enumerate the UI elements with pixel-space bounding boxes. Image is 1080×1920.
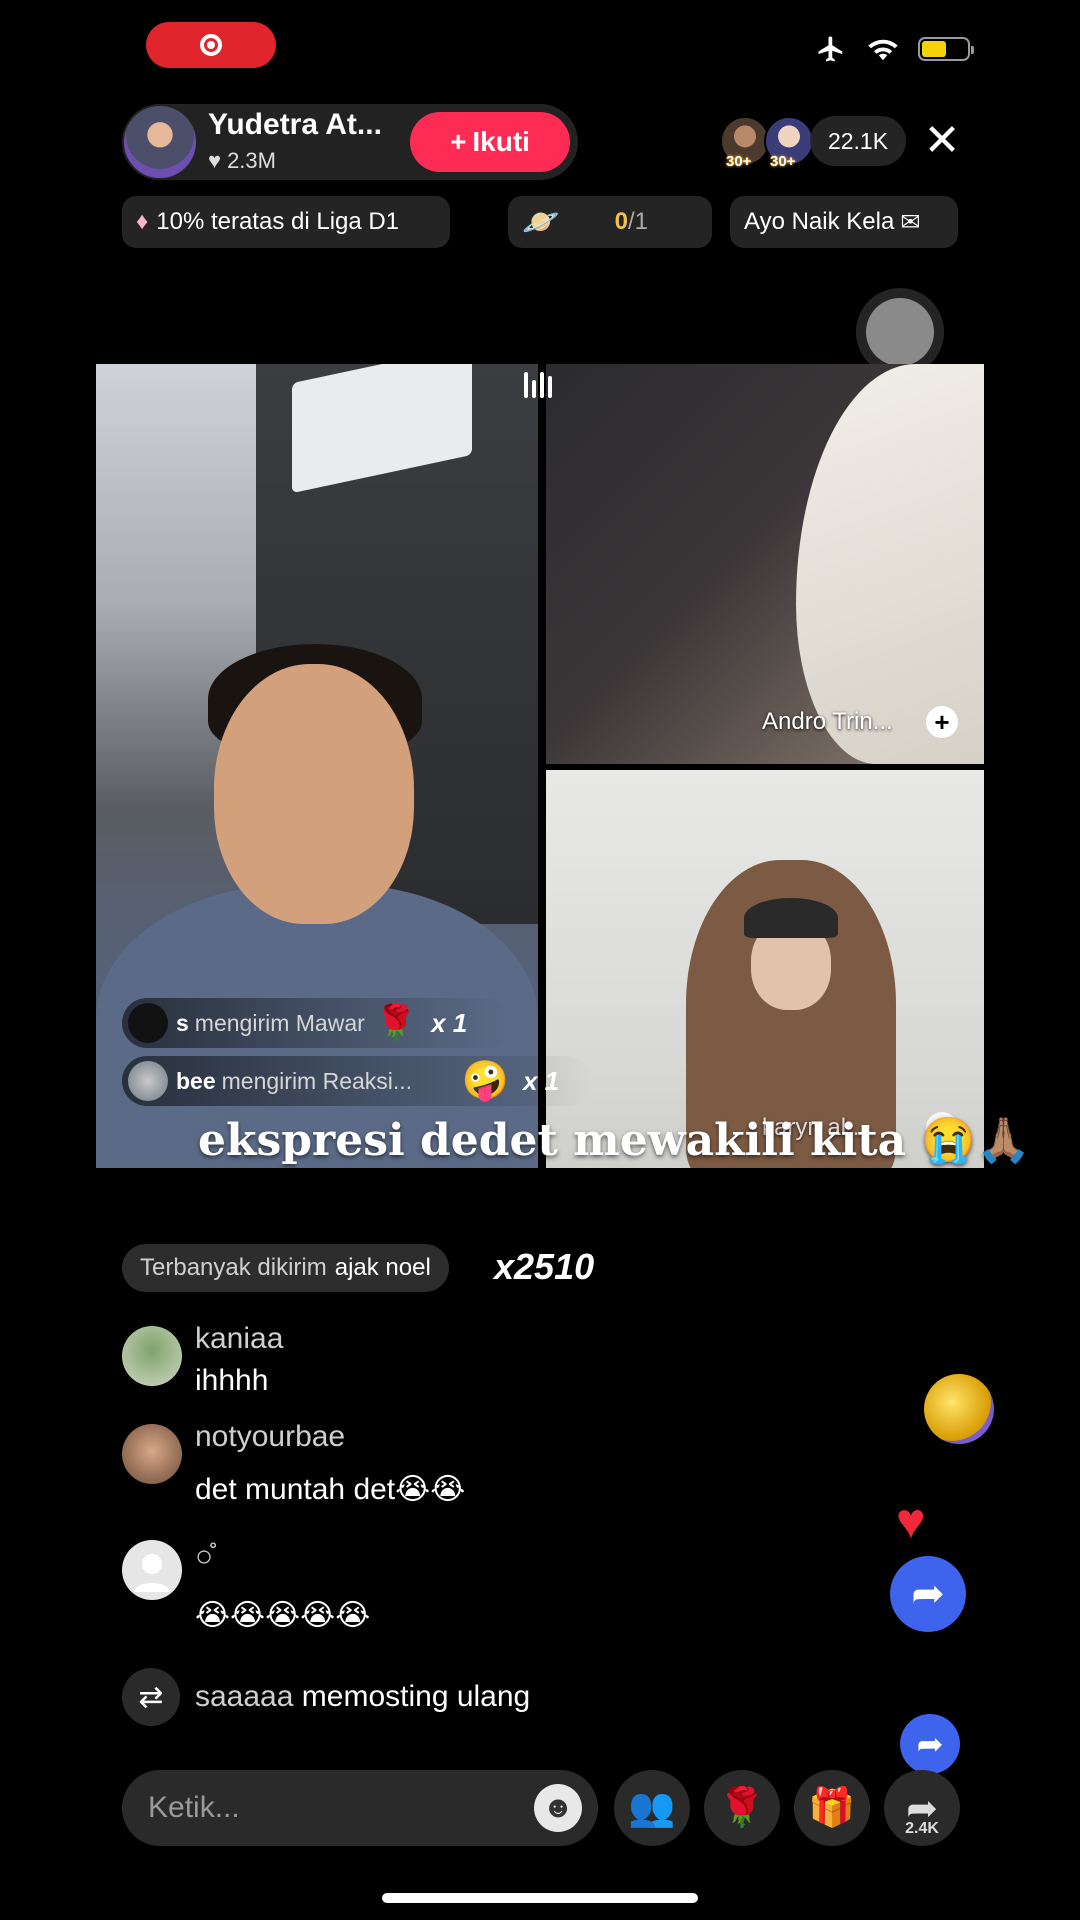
gift-spin-icon[interactable] <box>924 1374 994 1444</box>
stream-caption: ekspresi dedet mewakili kita 😭🙏🏽 <box>198 1115 1031 1166</box>
rose-icon: 🌹 <box>718 1787 766 1829</box>
share-count: 2.4K <box>905 1820 939 1837</box>
video-divider-horizontal <box>546 764 984 770</box>
comment-text: 😭😭😭😭😭 <box>195 1599 371 1632</box>
repost-action: memosting ulang <box>301 1680 531 1713</box>
repost-icon: ⇄ <box>122 1668 180 1726</box>
plus-icon: + <box>450 126 467 157</box>
gift-count: x 1 <box>522 1065 560 1096</box>
top-gifter-count: x2510 <box>494 1246 595 1287</box>
host-avatar[interactable] <box>122 104 198 180</box>
floating-assistive-button[interactable] <box>866 298 934 366</box>
league-rank-chip[interactable]: ♦ 10% teratas di Liga D1 <box>122 196 450 248</box>
viewer-rank-badge-1: 30+ <box>726 153 752 170</box>
gifter-name: s <box>176 1009 189 1036</box>
goal-progress: 0/1 <box>615 208 648 236</box>
home-indicator[interactable] <box>382 1893 698 1903</box>
gift-notification: bee mengirim Reaksi... 🤪 x 1 <box>122 1056 592 1106</box>
comment-input[interactable]: Ketik... <box>122 1770 598 1846</box>
video-divider-vertical <box>538 364 546 1168</box>
top-gifter-name: ajak noel <box>334 1254 431 1281</box>
top-viewer-avatar-1[interactable]: 30+ <box>720 116 770 170</box>
guest-video-top-right[interactable] <box>546 364 984 764</box>
follow-label: Ikuti <box>472 126 530 157</box>
goal-total: /1 <box>627 208 648 235</box>
commenter-avatar[interactable] <box>122 1424 182 1484</box>
share-button-small[interactable]: ➦ <box>900 1714 960 1774</box>
gift-box-icon: 🎁 <box>808 1787 856 1829</box>
goal-chip[interactable]: 🪐 0/1 <box>508 196 712 248</box>
wifi-icon <box>868 39 898 61</box>
close-icon[interactable]: ✕ <box>922 118 962 164</box>
rose-gift-button[interactable]: 🌹 <box>704 1770 780 1846</box>
gift-action: mengirim Reaksi... <box>221 1067 413 1094</box>
share-count-button[interactable]: ➦ 2.4K <box>884 1770 960 1846</box>
emoji-icon[interactable]: ☻ <box>534 1784 582 1832</box>
promo-text: Ayo Naik Kela <box>744 208 895 235</box>
follow-button[interactable]: + Ikuti <box>410 112 570 172</box>
commenter-avatar-default[interactable] <box>122 1540 182 1600</box>
comment-username[interactable]: notyourbae <box>195 1420 345 1454</box>
league-rank-text: 10% teratas di Liga D1 <box>156 208 400 235</box>
screen-recording-indicator[interactable] <box>146 22 276 68</box>
people-icon: 👥 <box>628 1787 676 1829</box>
gifter-avatar <box>128 1061 168 1101</box>
comment-username[interactable]: kaniaa <box>195 1322 283 1356</box>
planet-icon: 🪐 <box>522 205 560 239</box>
top-viewer-avatar-2[interactable]: 30+ <box>764 116 814 170</box>
record-icon <box>200 34 222 56</box>
gift-button[interactable]: 🎁 <box>794 1770 870 1846</box>
heart-icon: ♥ <box>208 148 222 173</box>
emoji-reaction-icon: 🤪 <box>461 1060 509 1102</box>
share-arrow-icon: ➦ <box>911 1572 945 1616</box>
diamond-icon: ♦ <box>136 208 149 235</box>
host-likes-count: 2.3M <box>227 148 276 173</box>
battery-icon <box>918 37 974 61</box>
viewer-count[interactable]: 22.1K <box>810 116 906 166</box>
share-button[interactable]: ➦ <box>890 1556 966 1632</box>
guests-button[interactable]: 👥 <box>614 1770 690 1846</box>
comment-username[interactable]: ○̊ <box>195 1540 213 1574</box>
comment-text: ihhhh <box>195 1364 269 1397</box>
gifter-avatar <box>128 1003 168 1043</box>
host-name[interactable]: Yudetra At... <box>208 108 382 142</box>
gift-count: x 1 <box>431 1007 468 1038</box>
guest-name-top-right[interactable]: Andro Trin... <box>762 708 893 736</box>
audio-level-icon <box>524 372 558 398</box>
top-gifter-prefix: Terbanyak dikirim <box>140 1254 327 1281</box>
like-heart-icon[interactable]: ♥ <box>896 1492 926 1550</box>
gifter-name: bee <box>176 1067 216 1094</box>
gift-action: mengirim Mawar <box>194 1009 365 1036</box>
guest-video-bottom-right[interactable] <box>546 770 984 1168</box>
rose-icon: 🌹 <box>374 1004 418 1042</box>
commenter-avatar[interactable] <box>122 1326 182 1386</box>
top-gifter-banner[interactable]: Terbanyak dikirim ajak noel <box>122 1244 449 1292</box>
share-arrow-icon: ➦ <box>916 1726 944 1762</box>
host-likes: ♥ 2.3M <box>208 148 276 174</box>
gift-notification: s mengirim Mawar 🌹 x 1 <box>122 998 512 1048</box>
repost-notice: saaaaa memosting ulang <box>195 1680 530 1714</box>
user-silhouette-icon <box>134 1554 170 1592</box>
promo-chip[interactable]: Ayo Naik Kela ✉ <box>730 196 958 248</box>
airplane-mode-icon <box>818 36 843 62</box>
goal-current: 0 <box>614 208 628 235</box>
comment-text: det muntah det😭😭 <box>195 1473 466 1506</box>
viewer-rank-badge-2: 30+ <box>770 153 796 170</box>
envelope-icon: ✉ <box>900 208 921 236</box>
status-bar-icons <box>814 34 974 64</box>
repost-user[interactable]: saaaaa <box>195 1680 293 1713</box>
add-guest-icon[interactable]: + <box>926 706 958 738</box>
